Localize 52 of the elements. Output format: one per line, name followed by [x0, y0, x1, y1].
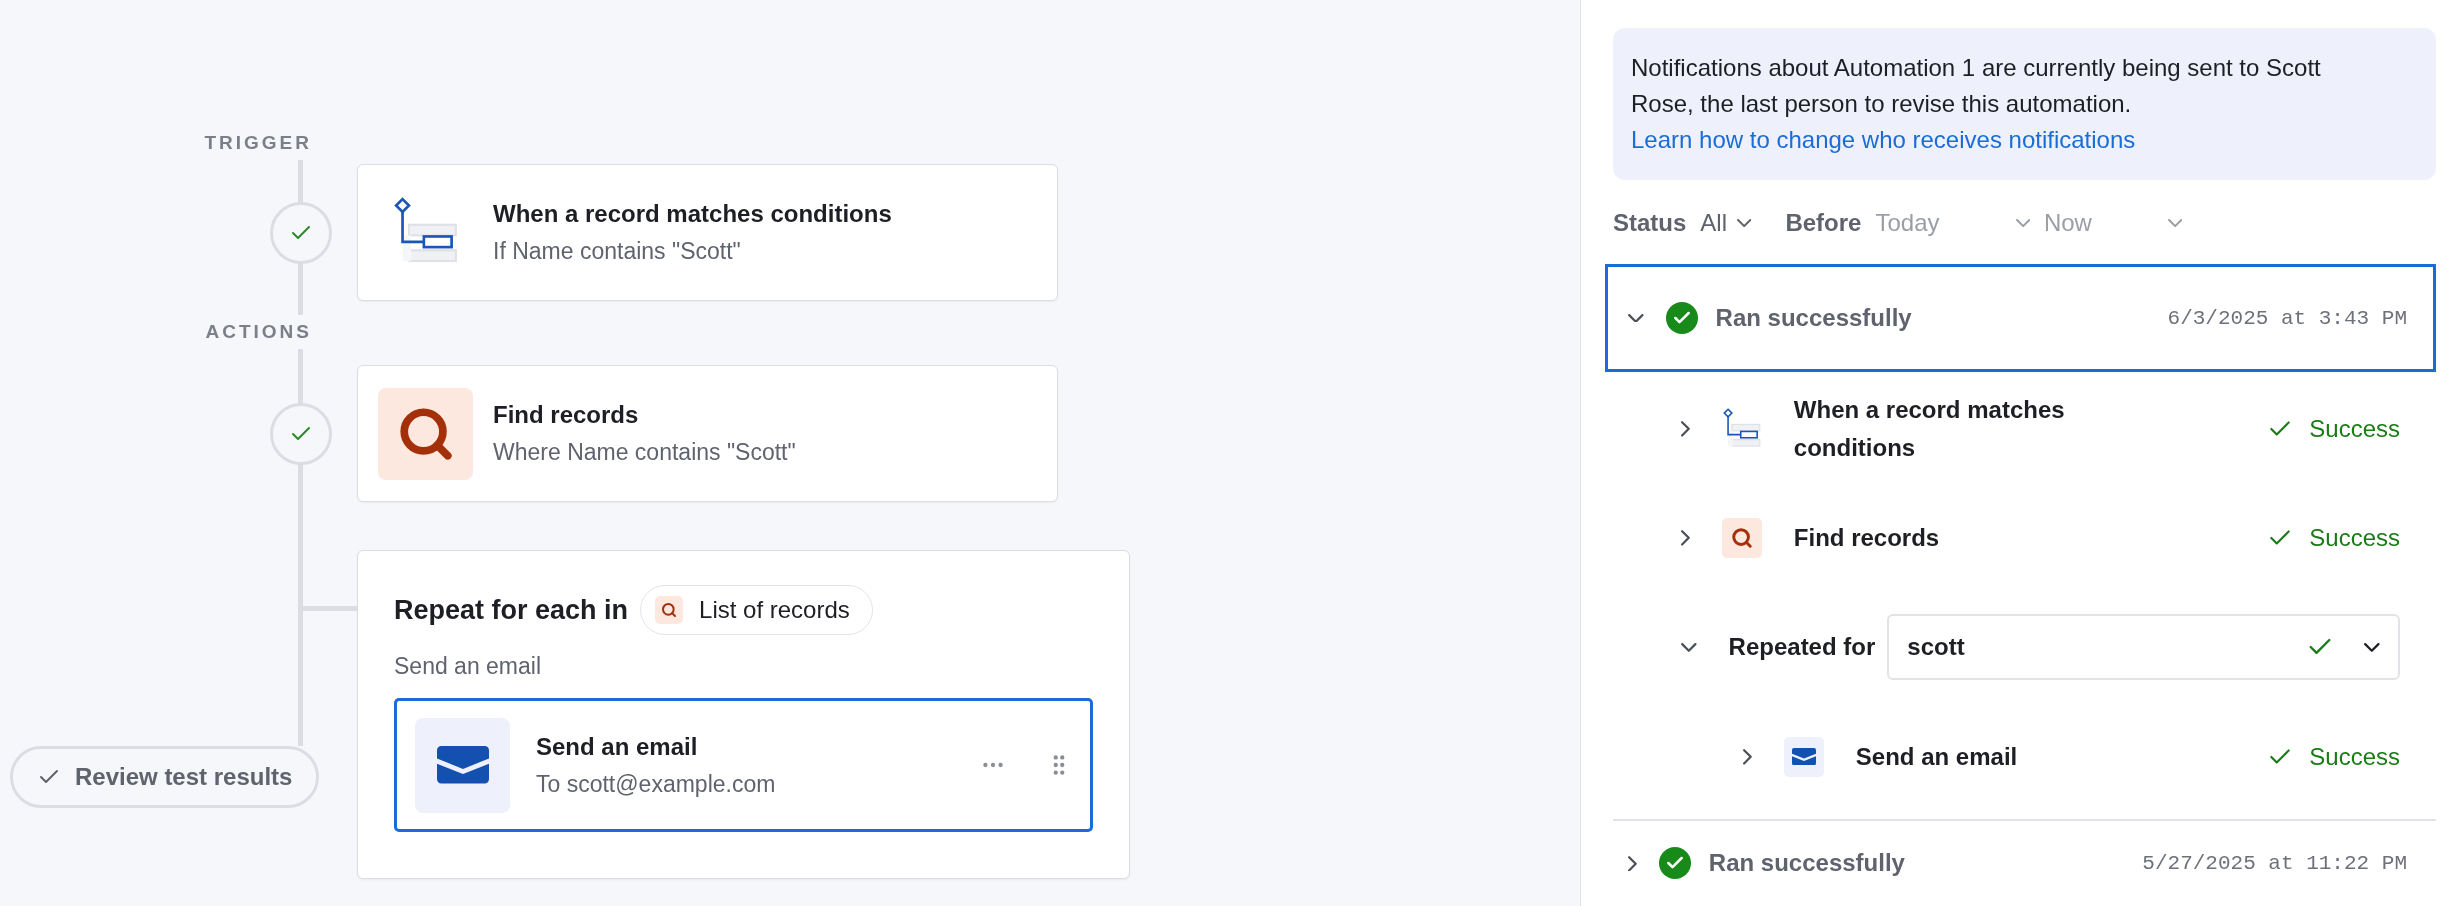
- iteration-select[interactable]: scott: [1887, 614, 2400, 681]
- loop-caption: Send an email: [394, 653, 543, 680]
- step-card[interactable]: Find records Where Name contains "Scott": [357, 365, 1058, 502]
- repeated-for-label: Repeated for: [1728, 633, 1876, 662]
- step-description: Where Name contains "Scott": [493, 439, 796, 466]
- chevron-right-icon[interactable]: [1743, 749, 1752, 765]
- list-chip[interactable]: List of records: [640, 585, 873, 635]
- step-card[interactable]: When a record matches conditions If Name contains "Scott": [357, 164, 1058, 301]
- success-check-icon: [1665, 302, 1698, 334]
- step-title: Find records: [1793, 522, 1940, 553]
- filter-label: Before: [1785, 208, 1862, 237]
- run-row[interactable]: Ran successfully 5/27/2025 at 11:22 PM: [1605, 820, 2436, 906]
- chevron-down-icon[interactable]: [1681, 642, 1697, 652]
- chevron-down-icon: [1737, 218, 1752, 227]
- chip-label: List of records: [699, 596, 850, 624]
- run-status: Ran successfully: [1715, 304, 1912, 332]
- chevron-down-icon: [2364, 642, 2380, 652]
- result-text: Success: [2309, 742, 2400, 771]
- step-title: Send an email: [536, 732, 699, 761]
- notice-text: Notifications about Automation 1 are currently being sent to Scott Rose, the last person to revise this automation.: [1631, 53, 2322, 119]
- envelope-icon: [415, 717, 510, 813]
- step-card[interactable]: Send an email To scott@example.com: [394, 698, 1093, 832]
- run-time: 5/27/2025 at 11:22 PM: [2142, 851, 2407, 875]
- run-time: 6/3/2025 at 3:43 PM: [2167, 306, 2407, 330]
- filter-dropdown[interactable]: All: [1700, 208, 1752, 237]
- search-icon: [378, 387, 473, 480]
- repeat-title: Repeat for each in: [394, 594, 629, 626]
- result-text: Success: [2309, 415, 2400, 444]
- chevron-down-icon[interactable]: [1628, 313, 1644, 323]
- review-test-results-button[interactable]: Review test results: [10, 746, 320, 808]
- step-title: Send an email: [1855, 741, 2018, 772]
- search-icon: [655, 596, 684, 624]
- step-description: To scott@example.com: [536, 770, 776, 798]
- step-title: When a record matches conditions: [1793, 394, 2066, 464]
- result-text: Success: [2309, 523, 2400, 552]
- section-label: TRIGGER: [203, 131, 312, 155]
- chevron-down-icon: [2015, 218, 2030, 227]
- envelope-icon: [1783, 736, 1824, 777]
- run-status: Ran successfully: [1708, 849, 1905, 878]
- notice-link[interactable]: Learn how to change who receives notifications: [1631, 126, 2136, 153]
- step-title: Find records: [493, 401, 640, 429]
- search-icon: [1721, 517, 1762, 558]
- chevron-right-icon[interactable]: [1628, 855, 1637, 872]
- step-description: If Name contains "Scott": [493, 238, 742, 265]
- chevron-right-icon[interactable]: [1681, 529, 1690, 546]
- chevron-down-icon: [2167, 218, 2183, 227]
- chevron-right-icon[interactable]: [1681, 421, 1690, 437]
- section-label: ACTIONS: [204, 320, 312, 344]
- success-check-icon: [1658, 847, 1691, 880]
- step-title: When a record matches conditions: [493, 200, 892, 228]
- run-row[interactable]: Ran successfully 6/3/2025 at 3:43 PM: [1605, 263, 2436, 373]
- filter-label: Status: [1613, 208, 1687, 237]
